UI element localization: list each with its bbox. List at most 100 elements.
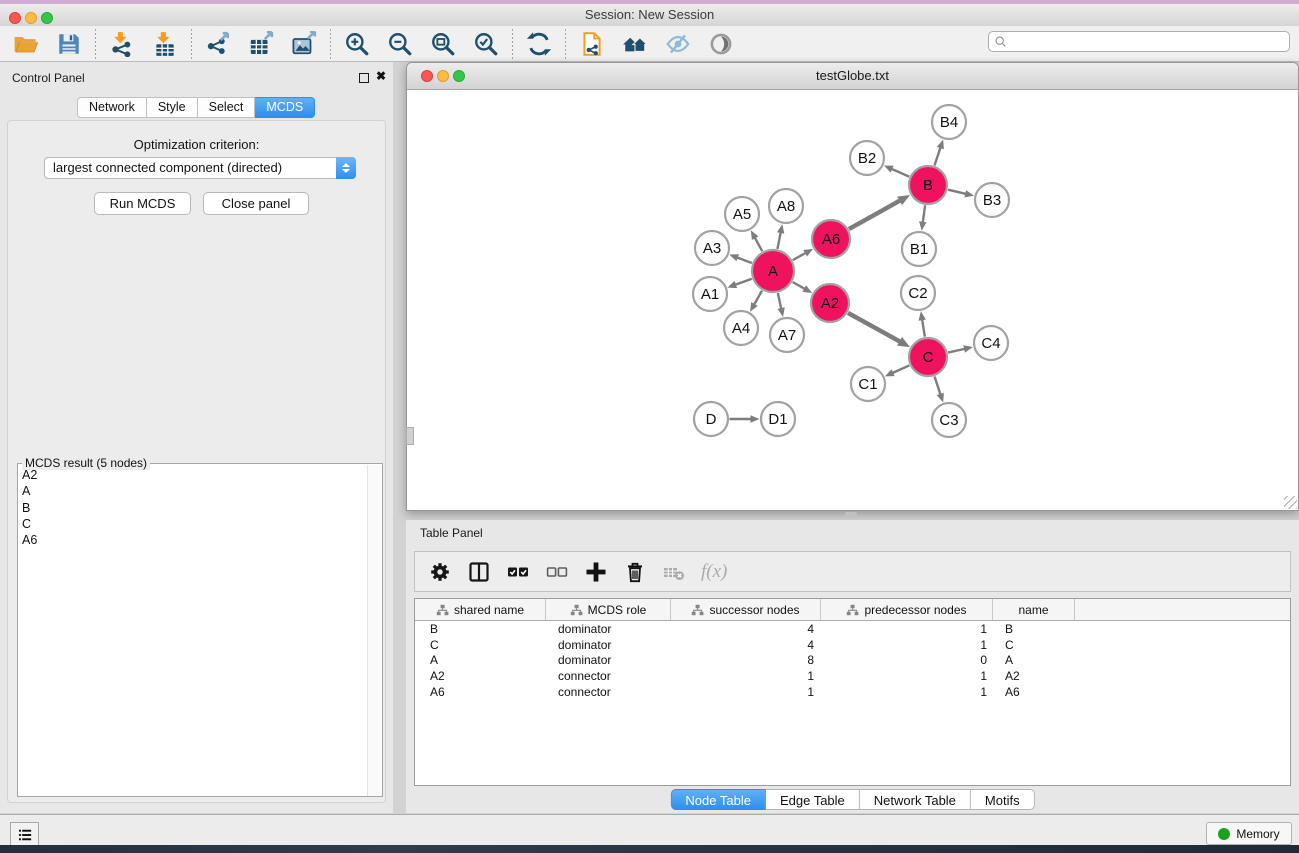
result-item[interactable]: C bbox=[22, 516, 367, 532]
column-hierarchy-icon bbox=[436, 604, 449, 616]
graph-edge-C-C3[interactable] bbox=[934, 376, 940, 394]
dropdown-stepper-icon[interactable] bbox=[336, 157, 356, 179]
column-header-name[interactable]: name bbox=[993, 599, 1075, 620]
network-canvas[interactable]: B4B2BB3A8A5A6A3B1AC2A1A2A4A7C4CC1DD1C3 bbox=[407, 90, 1298, 510]
graph-edge-B-B4[interactable] bbox=[934, 147, 940, 165]
tab-node-table[interactable]: Node Table bbox=[670, 789, 766, 810]
graph-edge-A-A7[interactable] bbox=[778, 293, 782, 309]
first-neighbors-icon[interactable] bbox=[622, 31, 648, 57]
graph-node-label-B1: B1 bbox=[910, 241, 928, 258]
export-table-icon[interactable] bbox=[248, 31, 274, 57]
arrowhead-icon bbox=[727, 281, 737, 288]
tab-edge-table[interactable]: Edge Table bbox=[766, 789, 860, 810]
deselect-all-rows-icon[interactable] bbox=[545, 560, 569, 584]
add-column-icon[interactable] bbox=[584, 560, 608, 584]
table-row[interactable]: A2connector11A2 bbox=[415, 668, 1290, 684]
memory-button[interactable]: Memory bbox=[1206, 822, 1292, 845]
table-row[interactable]: Adominator80A bbox=[415, 653, 1290, 669]
graph-edge-A-A4[interactable] bbox=[754, 291, 762, 305]
result-item[interactable]: A6 bbox=[22, 532, 367, 548]
hide-selected-icon[interactable] bbox=[665, 31, 691, 57]
status-bar: Memory bbox=[0, 814, 1299, 845]
network-minimize-button[interactable] bbox=[437, 70, 449, 82]
result-item[interactable]: B bbox=[22, 500, 367, 516]
graph-edge-A-A6[interactable] bbox=[793, 253, 806, 260]
search-box[interactable] bbox=[988, 31, 1290, 52]
graph-edge-C-C4[interactable] bbox=[948, 349, 965, 353]
zoom-in-icon[interactable] bbox=[344, 31, 370, 57]
table-cell: A bbox=[993, 653, 1075, 667]
graph-edge-A-A8[interactable] bbox=[777, 232, 780, 249]
column-header-MCDS-role[interactable]: MCDS role bbox=[546, 599, 671, 620]
maximize-window-button[interactable] bbox=[41, 12, 53, 24]
export-image-icon[interactable] bbox=[291, 31, 317, 57]
open-session-icon[interactable] bbox=[13, 31, 39, 57]
graph-edge-A-A1[interactable] bbox=[735, 279, 752, 285]
toggle-columns-icon[interactable] bbox=[467, 560, 491, 584]
graph-edge-A2-C[interactable] bbox=[848, 313, 900, 342]
column-header-shared-name[interactable]: shared name bbox=[415, 599, 546, 620]
table-row[interactable]: Bdominator41B bbox=[415, 621, 1290, 637]
task-history-button[interactable] bbox=[10, 822, 39, 847]
tab-mcds[interactable]: MCDS bbox=[255, 97, 315, 118]
graph-edge-C-C1[interactable] bbox=[892, 365, 909, 373]
graph-edge-A6-B[interactable] bbox=[849, 200, 901, 229]
node-table[interactable]: shared nameMCDS rolesuccessor nodesprede… bbox=[414, 598, 1291, 786]
mcds-result-list[interactable]: A2ABCA6 bbox=[18, 465, 367, 796]
resize-grip-icon[interactable] bbox=[1284, 496, 1297, 509]
table-settings-icon[interactable] bbox=[428, 560, 452, 584]
close-panel-button[interactable]: Close panel bbox=[203, 192, 309, 215]
graph-edge-C-C2[interactable] bbox=[922, 319, 925, 337]
canvas-left-handle[interactable] bbox=[406, 427, 414, 445]
graph-edge-A-A3[interactable] bbox=[737, 257, 752, 263]
column-header-predecessor-nodes[interactable]: predecessor nodes bbox=[821, 599, 993, 620]
network-window-titlebar[interactable]: testGlobe.txt bbox=[407, 63, 1298, 90]
zoom-selected-icon[interactable] bbox=[473, 31, 499, 57]
graph-edge-B-B2[interactable] bbox=[891, 169, 909, 177]
network-graph[interactable]: B4B2BB3A8A5A6A3B1AC2A1A2A4A7C4CC1DD1C3 bbox=[407, 90, 1298, 510]
search-input[interactable] bbox=[1009, 31, 1289, 52]
import-network-icon[interactable] bbox=[109, 31, 135, 57]
export-network-icon[interactable] bbox=[205, 31, 231, 57]
delete-table-icon[interactable] bbox=[662, 560, 686, 584]
table-row[interactable]: Cdominator41C bbox=[415, 637, 1290, 653]
zoom-out-icon[interactable] bbox=[387, 31, 413, 57]
close-panel-icon[interactable]: ✖ bbox=[376, 69, 386, 83]
memory-status-icon bbox=[1218, 828, 1230, 840]
application-window: Session: New Session Control Panel ✖ Net… bbox=[0, 0, 1299, 853]
table-cell: A2 bbox=[415, 669, 546, 683]
window-title: Session: New Session bbox=[0, 4, 1299, 26]
app-titlebar: Session: New Session bbox=[0, 4, 1299, 27]
mcds-result-scrollbar[interactable] bbox=[367, 465, 382, 796]
network-maximize-button[interactable] bbox=[453, 70, 465, 82]
memory-label: Memory bbox=[1236, 827, 1279, 841]
run-mcds-button[interactable]: Run MCDS bbox=[94, 192, 191, 215]
zoom-fit-icon[interactable] bbox=[430, 31, 456, 57]
function-builder-button[interactable]: f(x) bbox=[701, 561, 727, 583]
tab-motifs[interactable]: Motifs bbox=[971, 789, 1035, 810]
minimize-window-button[interactable] bbox=[25, 12, 37, 24]
close-window-button[interactable] bbox=[9, 12, 21, 24]
save-session-icon[interactable] bbox=[56, 31, 82, 57]
show-all-icon[interactable] bbox=[708, 31, 734, 57]
tab-network[interactable]: Network bbox=[77, 97, 147, 118]
panel-splitter-handle[interactable] bbox=[845, 512, 857, 517]
graph-edge-B-B1[interactable] bbox=[923, 205, 925, 222]
network-close-button[interactable] bbox=[421, 70, 433, 82]
result-item[interactable]: A bbox=[22, 483, 367, 499]
tab-style[interactable]: Style bbox=[147, 97, 198, 118]
tab-network-table[interactable]: Network Table bbox=[860, 789, 971, 810]
column-header-successor-nodes[interactable]: successor nodes bbox=[671, 599, 821, 620]
delete-columns-icon[interactable] bbox=[623, 560, 647, 584]
float-panel-icon[interactable] bbox=[359, 73, 369, 83]
optimization-criterion-dropdown[interactable]: largest connected component (directed) bbox=[44, 157, 356, 179]
graph-edge-B-B3[interactable] bbox=[948, 190, 966, 194]
graph-edge-A-A5[interactable] bbox=[755, 237, 763, 251]
import-table-icon[interactable] bbox=[152, 31, 178, 57]
graph-edge-A-A2[interactable] bbox=[793, 282, 806, 289]
new-network-from-selection-icon[interactable] bbox=[579, 31, 605, 57]
refresh-layout-icon[interactable] bbox=[526, 31, 552, 57]
select-all-rows-icon[interactable] bbox=[506, 560, 530, 584]
table-row[interactable]: A6connector11A6 bbox=[415, 684, 1290, 700]
tab-select[interactable]: Select bbox=[198, 97, 256, 118]
